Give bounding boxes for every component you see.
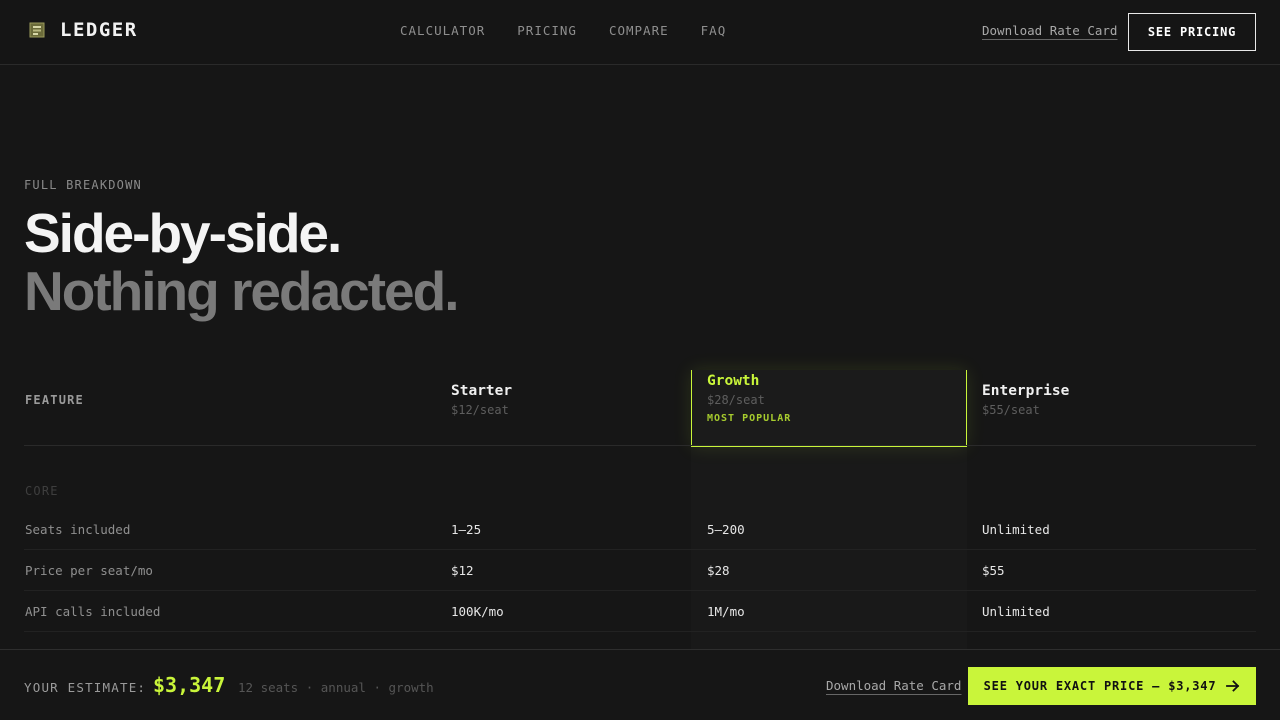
main-nav: CALCULATOR PRICING COMPARE FAQ — [400, 23, 726, 38]
plan-price: $12/seat — [451, 403, 509, 417]
nav-item-compare[interactable]: COMPARE — [609, 23, 669, 38]
title-line-2: Nothing redacted. — [24, 260, 460, 322]
title-line-1: Side-by-side. — [24, 202, 342, 264]
starter-cell: $12 — [451, 563, 474, 578]
enterprise-cell: $55 — [982, 563, 1005, 578]
nav-item-pricing[interactable]: PRICING — [517, 23, 577, 38]
feature-column-header: FEATURE — [25, 393, 84, 407]
nav-item-faq[interactable]: FAQ — [701, 23, 727, 38]
plan-name: Enterprise — [982, 383, 1070, 399]
growth-cell: 1M/mo — [707, 604, 745, 619]
starter-cell: 100K/mo — [451, 604, 504, 619]
pricing-page: LEDGER CALCULATOR PRICING COMPARE FAQ Do… — [0, 0, 1280, 720]
top-nav: LEDGER CALCULATOR PRICING COMPARE FAQ Do… — [0, 0, 1280, 65]
ledger-logo-icon — [28, 21, 46, 39]
growth-cell: 5–200 — [707, 522, 745, 537]
starter-cell: 1–25 — [451, 522, 482, 537]
table-header-divider — [24, 445, 1256, 446]
plan-header-starter: Starter $12/seat — [451, 383, 512, 417]
estimate-bar: YOUR ESTIMATE: $3,347 12 seats · annual … — [0, 649, 1280, 720]
nav-item-calculator[interactable]: CALCULATOR — [400, 23, 485, 38]
plan-price: $28/seat — [707, 393, 765, 407]
feature-cell: Price per seat/mo — [25, 563, 153, 578]
plan-name: Growth — [707, 373, 760, 389]
feature-cell: Seats included — [25, 522, 131, 537]
enterprise-cell: Unlimited — [982, 604, 1050, 619]
feature-cell: API calls included — [25, 604, 161, 619]
estimate-summary: 12 seats · annual · growth — [238, 680, 434, 695]
estimate-value: $3,347 — [153, 673, 226, 697]
table-row: Price per seat/mo $12 $28 $55 — [24, 550, 1256, 591]
see-pricing-button[interactable]: SEE PRICING — [1128, 13, 1256, 51]
enterprise-cell: Unlimited — [982, 522, 1050, 537]
section-eyebrow: FULL BREAKDOWN — [24, 178, 142, 192]
estimate-label: YOUR ESTIMATE: — [24, 680, 147, 695]
brand[interactable]: LEDGER — [28, 19, 138, 41]
plan-header-enterprise: Enterprise $55/seat — [982, 383, 1069, 417]
plan-price: $55/seat — [982, 403, 1040, 417]
brand-name: LEDGER — [60, 19, 138, 41]
download-rate-card-link[interactable]: Download Rate Card — [982, 23, 1117, 38]
most-popular-badge: MOST POPULAR — [707, 413, 792, 424]
table-row: API calls included 100K/mo 1M/mo Unlimit… — [24, 591, 1256, 632]
growth-cell: $28 — [707, 563, 730, 578]
see-exact-price-label: SEE YOUR EXACT PRICE — $3,347 — [983, 679, 1217, 693]
see-exact-price-button[interactable]: SEE YOUR EXACT PRICE — $3,347 — [968, 667, 1256, 705]
arrow-right-icon — [1226, 679, 1240, 693]
table-section-label: CORE — [25, 484, 59, 498]
plan-header-growth: Growth $28/seat MOST POPULAR — [707, 373, 791, 424]
page-title: Side-by-side. Nothing redacted. — [24, 202, 460, 322]
download-rate-card-link-bottom[interactable]: Download Rate Card — [826, 678, 961, 693]
plan-name: Starter — [451, 383, 513, 399]
table-row: Seats included 1–25 5–200 Unlimited — [24, 509, 1256, 550]
